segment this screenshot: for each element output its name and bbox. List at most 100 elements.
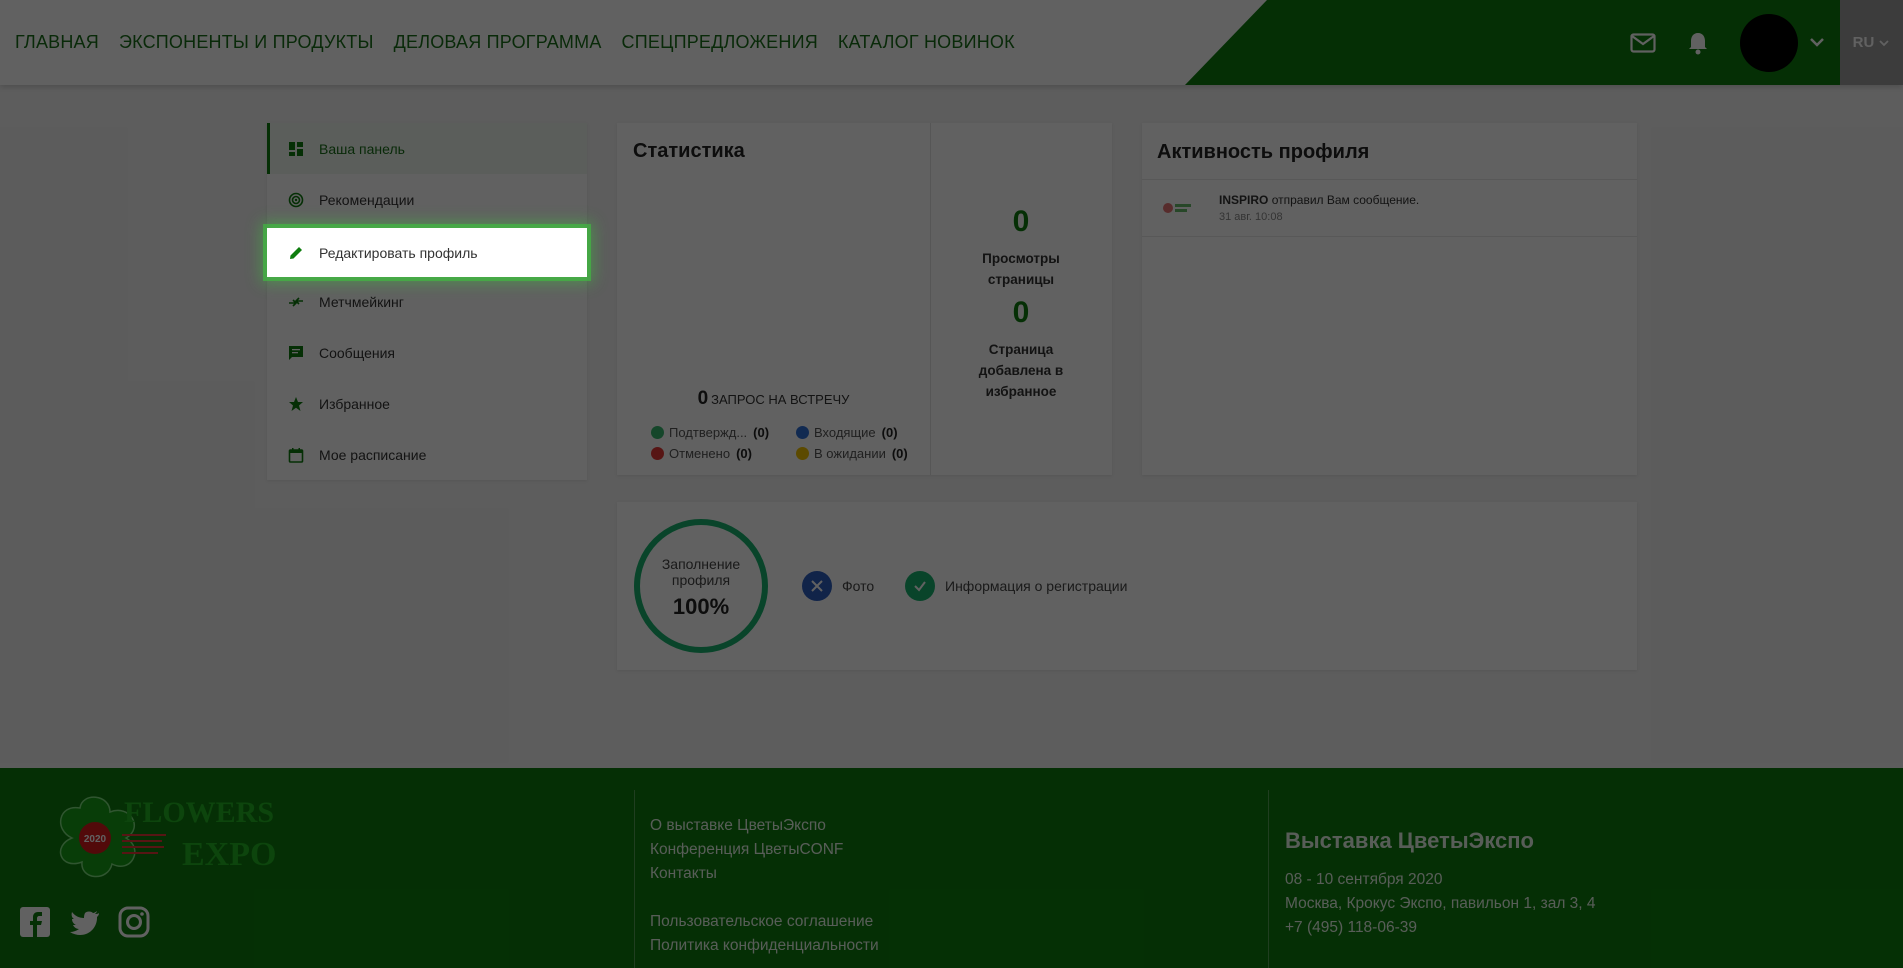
activity-time: 31 авг. 10:08 — [1219, 211, 1283, 223]
favorites-number: 0 — [1012, 296, 1030, 329]
legend-value: (0) — [736, 446, 752, 461]
legend-label: В ожидании — [814, 446, 886, 461]
nav-exhibitors[interactable]: ЭКСПОНЕНТЫ И ПРОДУКТЫ — [119, 32, 374, 53]
check-label: Информация о регистрации — [945, 578, 1128, 594]
meeting-requests-label: ЗАПРОС НА ВСТРЕЧУ — [711, 392, 850, 407]
calendar-icon — [287, 446, 305, 464]
meeting-requests-number: 0 — [697, 388, 709, 409]
activity-title: Активность профиля — [1157, 141, 1370, 163]
favorites-label-line: добавлена в — [978, 363, 1064, 378]
profile-activity-card: Активность профиля INSPIRO отправил Вам … — [1142, 123, 1637, 475]
legend-pending: В ожидании (0) — [796, 446, 908, 461]
nav-special-offers[interactable]: СПЕЦПРЕДЛОЖЕНИЯ — [622, 32, 818, 53]
page-views-label-line: Просмотры — [982, 251, 1060, 266]
legend-confirmed: Подтвержд... (0) — [651, 425, 769, 440]
sidebar-item-edit-profile[interactable]: Редактировать профиль — [267, 228, 587, 277]
footer-divider — [1268, 790, 1269, 968]
sidebar-item-schedule[interactable]: Мое расписание — [267, 429, 587, 480]
activity-item[interactable]: INSPIRO отправил Вам сообщение. 31 авг. … — [1142, 179, 1637, 237]
legend-dot — [651, 447, 664, 460]
footer-address: Москва, Крокус Экспо, павильон 1, зал 3,… — [1285, 895, 1596, 912]
pencil-icon — [287, 244, 305, 262]
star-icon — [287, 395, 305, 413]
legend-value: (0) — [881, 425, 898, 440]
sidebar-item-label: Рекомендации — [319, 191, 415, 208]
page-views-label-line: страницы — [987, 272, 1055, 287]
favorites-label-line: Страница — [988, 342, 1054, 357]
nav-new-products-catalog[interactable]: КАТАЛОГ НОВИНОК — [838, 32, 1015, 53]
profile-completion-card: Заполнение профиля 100% Фото Информация … — [617, 502, 1637, 670]
sidebar-item-recommendations[interactable]: Рекомендации — [267, 174, 587, 225]
sidebar-item-label: Мое расписание — [319, 446, 427, 463]
activity-message: отправил Вам сообщение. — [1271, 193, 1420, 207]
footer-divider — [634, 790, 635, 968]
sidebar-item-label: Избранное — [319, 395, 390, 412]
avatar[interactable] — [1740, 14, 1798, 72]
close-icon — [802, 571, 832, 601]
completion-percent: 100% — [672, 594, 730, 619]
sidebar-item-label: Редактировать профиль — [319, 244, 478, 261]
footer: 2020 FLOWERS EXPO О выставке ЦветыЭкспо … — [0, 768, 1903, 968]
footer-link-privacy[interactable]: Политика конфиденциальности — [650, 934, 879, 958]
legend-incoming: Входящие (0) — [796, 425, 898, 440]
svg-text:2020: 2020 — [84, 834, 107, 845]
sidebar-item-messages[interactable]: Сообщения — [267, 327, 587, 378]
flowers-expo-logo[interactable]: 2020 FLOWERS EXPO — [52, 790, 282, 878]
legend-cancelled: Отменено (0) — [651, 446, 752, 461]
completion-ring: Заполнение профиля 100% — [634, 519, 768, 653]
dashboard-sidebar: Ваша панель Рекомендации Метчмейкинг Соо… — [267, 123, 587, 480]
top-header: ГЛАВНАЯ ЭКСПОНЕНТЫ И ПРОДУКТЫ ДЕЛОВАЯ ПР… — [0, 0, 1903, 85]
chevron-down-icon — [1879, 39, 1889, 46]
footer-link-contacts[interactable]: Контакты — [650, 862, 879, 886]
sidebar-item-dashboard[interactable]: Ваша панель — [267, 123, 587, 174]
sidebar-item-label: Сообщения — [319, 344, 395, 361]
main-nav: ГЛАВНАЯ ЭКСПОНЕНТЫ И ПРОДУКТЫ ДЕЛОВАЯ ПР… — [15, 0, 1015, 85]
footer-dates: 08 - 10 сентября 2020 — [1285, 871, 1443, 888]
facebook-icon[interactable] — [18, 905, 52, 939]
check-photo[interactable]: Фото — [802, 571, 874, 601]
activity-sender: INSPIRO — [1219, 193, 1269, 207]
footer-phone[interactable]: +7 (495) 118-06-39 — [1285, 916, 1596, 940]
checkmark-icon — [905, 571, 935, 601]
footer-link-terms[interactable]: Пользовательское соглашение — [650, 910, 879, 934]
activity-text: INSPIRO отправил Вам сообщение. — [1219, 193, 1419, 207]
completion-label-line: Заполнение — [661, 556, 741, 572]
language-selector[interactable]: RU — [1840, 0, 1903, 85]
page-views-label: Просмотры страницы — [930, 248, 1112, 290]
sidebar-item-label: Ваша панель — [319, 140, 405, 157]
twitter-icon[interactable] — [68, 905, 102, 939]
page-views-number: 0 — [1012, 205, 1030, 238]
completion-label-line: профиля — [671, 572, 731, 588]
legend-dot — [651, 426, 664, 439]
footer-link-conference[interactable]: Конференция ЦветыCONF — [650, 838, 879, 862]
legend-dot — [796, 426, 809, 439]
legend-value: (0) — [753, 425, 770, 440]
completion-label: Заполнение профиля — [662, 556, 740, 588]
footer-links: О выставке ЦветыЭкспо Конференция ЦветыC… — [650, 814, 879, 958]
legend-label: Подтвержд... — [669, 425, 748, 440]
favorites-label-line: избранное — [985, 384, 1057, 399]
statistics-card: Статистика 0 ЗАПРОС НА ВСТРЕЧУ Подтвержд.… — [617, 123, 1112, 475]
mail-icon[interactable] — [1628, 28, 1658, 58]
check-registration-info[interactable]: Информация о регистрации — [905, 571, 1127, 601]
nav-home[interactable]: ГЛАВНАЯ — [15, 32, 99, 53]
favorites-label: Страница добавлена в избранное — [930, 339, 1112, 402]
legend-dot — [796, 447, 809, 460]
svg-text:EXPO: EXPO — [182, 836, 276, 873]
statistics-title: Статистика — [633, 140, 745, 162]
footer-link-about[interactable]: О выставке ЦветыЭкспо — [650, 814, 879, 838]
chevron-down-icon[interactable] — [1805, 30, 1829, 54]
legend-label: Входящие — [814, 425, 876, 440]
legend-label: Отменено — [669, 446, 731, 461]
bell-icon[interactable] — [1683, 28, 1713, 58]
sidebar-item-favorites[interactable]: Избранное — [267, 378, 587, 429]
sidebar-item-matchmaking[interactable]: Метчмейкинг — [267, 276, 587, 327]
dashboard-icon — [287, 140, 305, 158]
nav-business-program[interactable]: ДЕЛОВАЯ ПРОГРАММА — [394, 32, 602, 53]
svg-text:FLOWERS: FLOWERS — [124, 796, 274, 829]
legend-value: (0) — [891, 446, 908, 461]
swap-icon — [287, 293, 305, 311]
footer-title: Выставка ЦветыЭкспо — [1285, 828, 1534, 853]
instagram-icon[interactable] — [117, 905, 151, 939]
